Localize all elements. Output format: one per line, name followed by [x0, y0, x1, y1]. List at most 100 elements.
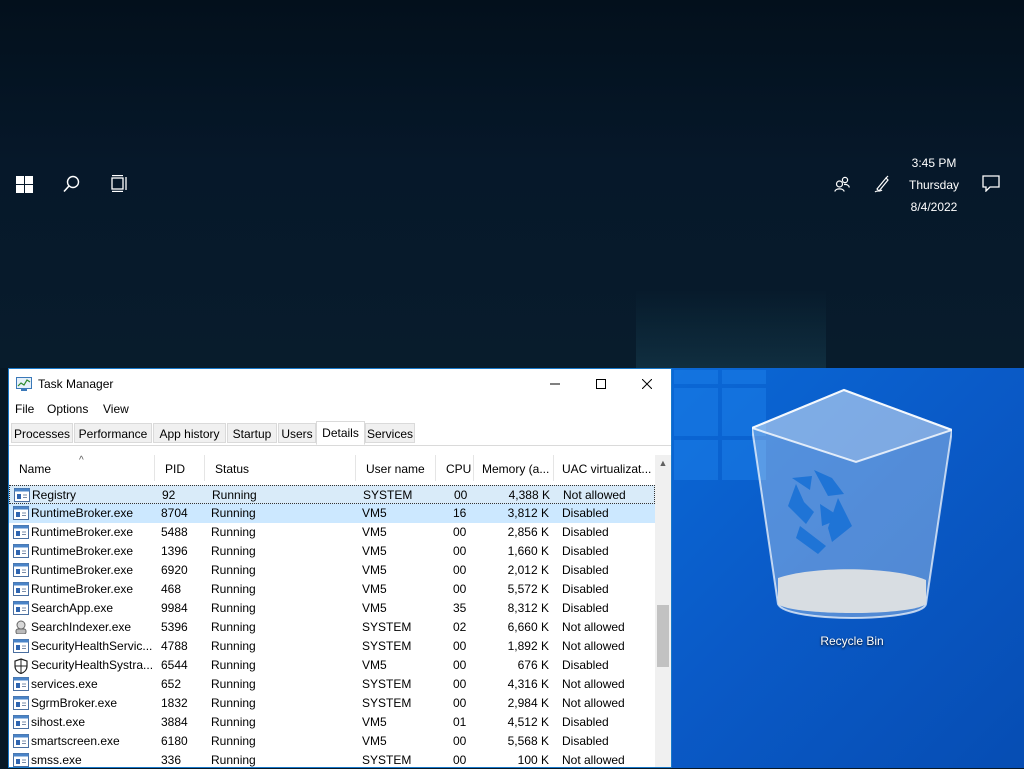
cell-memory: 100 K: [517, 753, 549, 767]
scrollbar-thumb[interactable]: [657, 605, 669, 667]
search-indexer-icon: [13, 620, 29, 635]
cell-name: RuntimeBroker.exe: [31, 563, 134, 577]
close-button[interactable]: [624, 369, 670, 399]
cell-name: sihost.exe: [31, 715, 86, 729]
window-title: Task Manager: [38, 377, 114, 391]
cell-pid: 468: [161, 582, 182, 596]
cell-name: SgrmBroker.exe: [31, 696, 118, 710]
column-header-status[interactable]: Status: [205, 455, 356, 481]
title-bar[interactable]: Task Manager: [9, 369, 671, 399]
menu-file[interactable]: File: [15, 402, 34, 416]
cell-user-name: SYSTEM: [362, 696, 412, 710]
clock-time: 3:45 PM: [911, 156, 957, 170]
windows-logo-icon[interactable]: [16, 176, 33, 193]
task-view-icon[interactable]: [111, 175, 129, 192]
cell-pid: 3884: [161, 715, 188, 729]
table-row[interactable]: RuntimeBroker.exe 8704 Running VM5 16 3,812 K…: [9, 504, 655, 523]
column-header-cpu[interactable]: CPU: [436, 455, 474, 481]
cell-uac: Not allowed: [562, 677, 625, 691]
cell-uac: Disabled: [562, 601, 609, 615]
cell-cpu: 00: [453, 544, 467, 558]
pen-ink-icon[interactable]: [874, 175, 890, 193]
tab-processes[interactable]: Processes: [11, 423, 73, 443]
column-header-memory[interactable]: Memory (a...: [474, 455, 554, 481]
shield-icon: [13, 658, 29, 675]
generic-process-icon: [13, 639, 29, 653]
cell-uac: Not allowed: [562, 620, 625, 634]
cell-cpu: 00: [454, 488, 468, 502]
table-row[interactable]: SearchIndexer.exe 5396 Running SYSTEM 02 6,66…: [9, 618, 655, 637]
cell-user-name: SYSTEM: [362, 620, 412, 634]
cell-cpu: 00: [453, 525, 467, 539]
recycle-bin-icon[interactable]: [749, 386, 956, 656]
cell-user-name: VM5: [362, 601, 387, 615]
cell-status: Running: [211, 563, 256, 577]
generic-process-icon: [13, 563, 29, 577]
table-row[interactable]: SecurityHealthSystra... 6544 Running VM5 00 6…: [9, 656, 655, 675]
cell-user-name: VM5: [362, 734, 387, 748]
menu-options[interactable]: Options: [47, 402, 88, 416]
vertical-scrollbar[interactable]: ▲: [655, 455, 671, 767]
generic-process-icon: [13, 601, 29, 615]
recycle-bin-label[interactable]: Recycle Bin: [800, 634, 904, 648]
cell-name: SecurityHealthSystra...: [31, 658, 153, 672]
cell-uac: Not allowed: [562, 753, 625, 767]
tab-users[interactable]: Users: [278, 423, 316, 443]
cell-uac: Disabled: [562, 734, 609, 748]
maximize-button[interactable]: [578, 369, 624, 399]
cell-name: SecurityHealthServic...: [31, 639, 153, 653]
cell-pid: 6920: [161, 563, 188, 577]
column-header-pid[interactable]: PID: [155, 455, 205, 481]
cell-status: Running: [211, 525, 256, 539]
cell-pid: 8704: [161, 506, 188, 520]
cell-memory: 8,312 K: [507, 601, 549, 615]
table-row[interactable]: RuntimeBroker.exe 6920 Running VM5 00 2,012 K…: [9, 561, 655, 580]
cell-cpu: 00: [453, 582, 467, 596]
tab-performance[interactable]: Performance: [74, 423, 152, 443]
notification-icon[interactable]: [982, 175, 1000, 192]
taskbar: 3:45 PM Thursday 8/4/2022: [0, 0, 1024, 368]
cell-cpu: 16: [453, 506, 467, 520]
cell-user-name: SYSTEM: [362, 677, 412, 691]
system-clock[interactable]: 3:45 PM Thursday 8/4/2022: [900, 152, 968, 218]
cell-cpu: 00: [453, 658, 467, 672]
minimize-button[interactable]: [532, 369, 578, 399]
cell-name: services.exe: [31, 677, 98, 691]
cell-memory: 5,572 K: [507, 582, 549, 596]
table-row[interactable]: sihost.exe 3884 Running VM5 01 4,512 K Disable…: [9, 713, 655, 732]
table-row[interactable]: SearchApp.exe 9984 Running VM5 35 8,312 K Disa…: [9, 599, 655, 618]
tab-details[interactable]: Details: [316, 421, 365, 445]
search-icon[interactable]: [63, 175, 81, 193]
table-row[interactable]: services.exe 652 Running SYSTEM 00 4,316 K Not…: [9, 675, 655, 694]
menu-view[interactable]: View: [103, 402, 129, 416]
table-row[interactable]: Registry 92 Running SYSTEM 00 4,388 K Not allo…: [9, 485, 655, 504]
column-header-name[interactable]: ^ Name: [9, 455, 155, 481]
cell-user-name: VM5: [362, 506, 387, 520]
table-row[interactable]: RuntimeBroker.exe 1396 Running VM5 00 1,660 K…: [9, 542, 655, 561]
cell-pid: 6180: [161, 734, 188, 748]
cell-memory: 2,856 K: [507, 525, 549, 539]
cell-user-name: VM5: [362, 715, 387, 729]
tab-startup[interactable]: Startup: [227, 423, 277, 443]
cell-status: Running: [211, 715, 256, 729]
cell-uac: Not allowed: [562, 696, 625, 710]
column-header-user-name[interactable]: User name: [356, 455, 436, 481]
table-row[interactable]: SgrmBroker.exe 1832 Running SYSTEM 00 2,984 K…: [9, 694, 655, 713]
table-row[interactable]: RuntimeBroker.exe 5488 Running VM5 00 2,856 K…: [9, 523, 655, 542]
task-manager-window: Task Manager File Options View Processes…: [8, 368, 672, 768]
table-row[interactable]: SecurityHealthServic... 4788 Running SYSTEM…: [9, 637, 655, 656]
generic-process-icon: [13, 696, 29, 710]
table-row[interactable]: smartscreen.exe 6180 Running VM5 00 5,568 K Di…: [9, 732, 655, 751]
table-row[interactable]: smss.exe 336 Running SYSTEM 00 100 K Not allow…: [9, 751, 655, 769]
cell-pid: 4788: [161, 639, 188, 653]
cell-cpu: 00: [453, 753, 467, 767]
people-icon[interactable]: [834, 176, 850, 192]
column-header-uac[interactable]: UAC virtualizat...: [554, 455, 655, 481]
tab-app-history[interactable]: App history: [153, 423, 226, 443]
generic-process-icon: [13, 525, 29, 539]
tab-services[interactable]: Services: [365, 423, 415, 443]
cell-memory: 4,512 K: [507, 715, 549, 729]
scroll-up-icon[interactable]: ▲: [655, 455, 671, 472]
cell-pid: 1396: [161, 544, 188, 558]
table-row[interactable]: RuntimeBroker.exe 468 Running VM5 00 5,572 K D…: [9, 580, 655, 599]
